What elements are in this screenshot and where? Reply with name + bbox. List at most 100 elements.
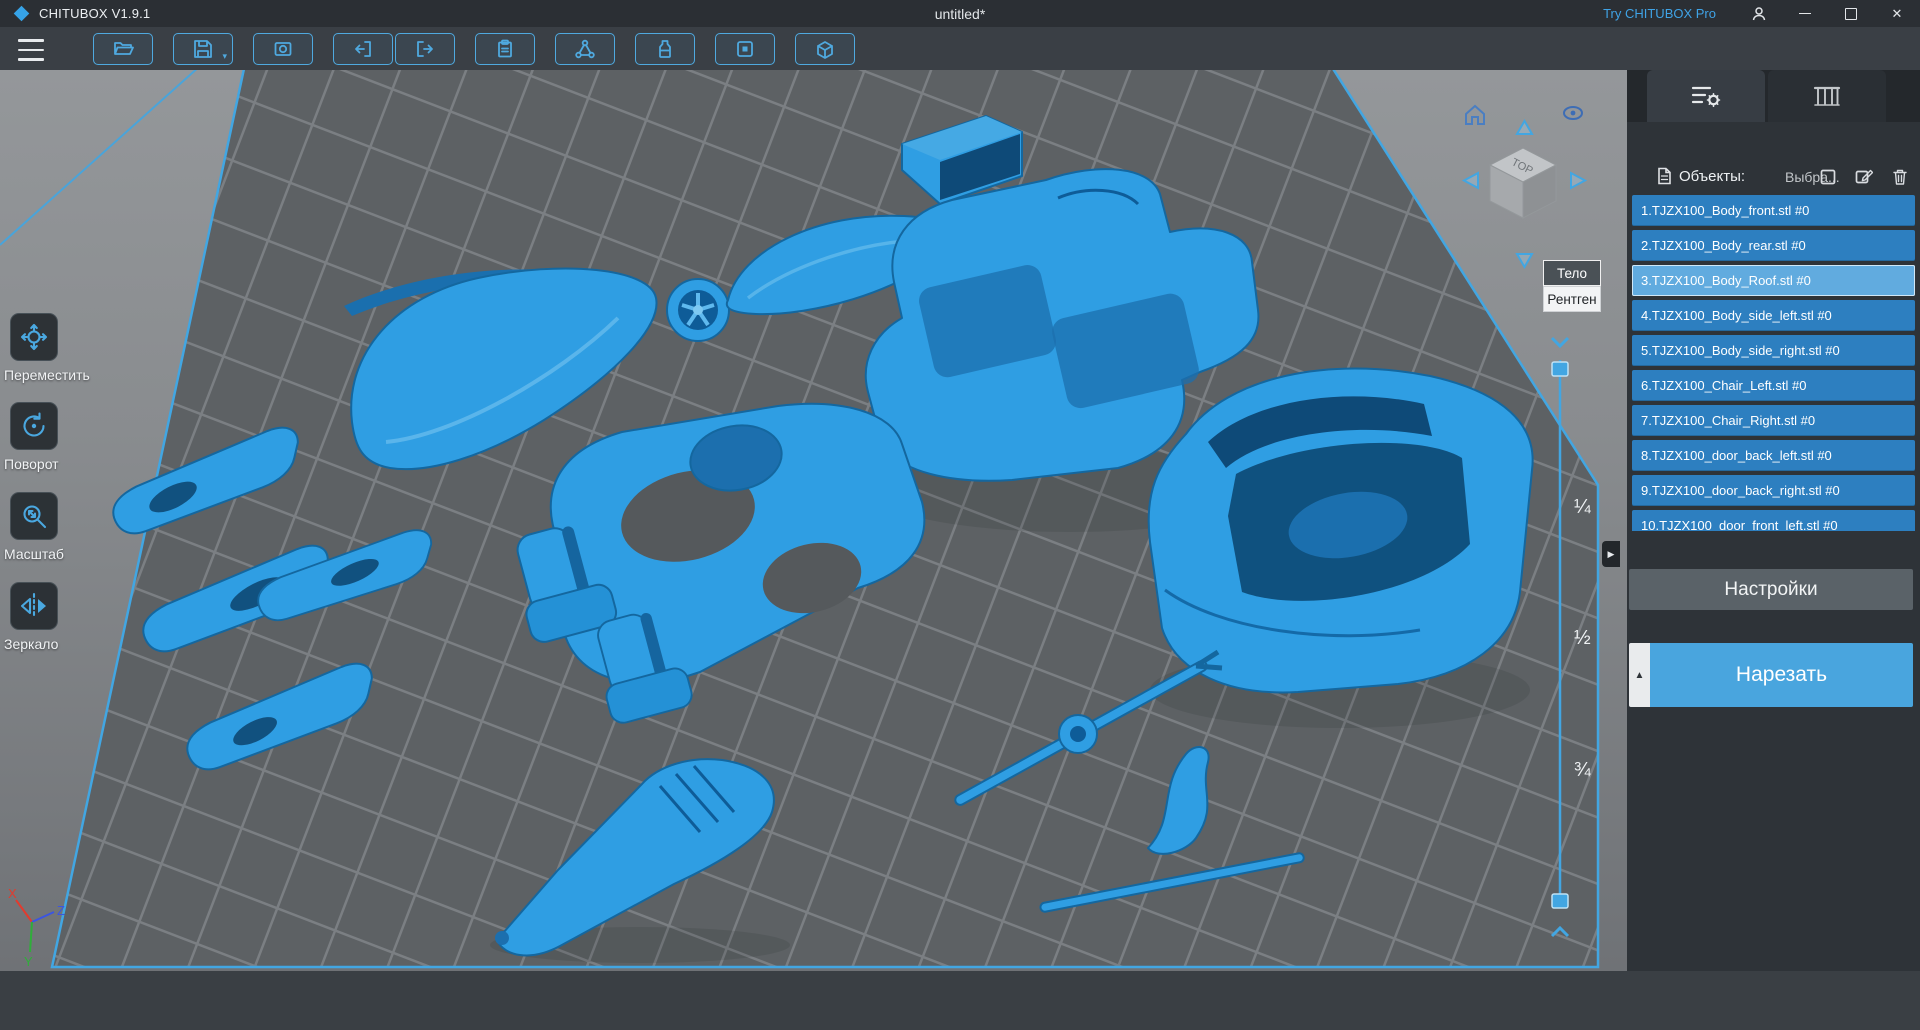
machine-button[interactable] bbox=[795, 32, 855, 65]
axis-x-label: X bbox=[8, 886, 17, 901]
eye-view-button[interactable] bbox=[1563, 106, 1583, 120]
chevron-right-icon: ▶ bbox=[1607, 548, 1615, 559]
move-icon bbox=[20, 323, 48, 351]
slider-label-threequarter: ¾ bbox=[1574, 759, 1591, 781]
title-bar: CHITUBOX V1.9.1 untitled* Try CHITUBOX P… bbox=[0, 0, 1920, 27]
open-file-button[interactable] bbox=[93, 32, 153, 65]
delete-button[interactable] bbox=[1889, 166, 1911, 188]
object-list-item[interactable]: 10.TJZX100_door_front_left.stl #0 bbox=[1632, 510, 1915, 531]
tool-rotate: Поворот bbox=[4, 402, 134, 472]
axis-y-label: Y bbox=[24, 954, 33, 969]
slider-chevron-down-icon[interactable] bbox=[1550, 336, 1570, 349]
mirror-tool-button[interactable] bbox=[10, 582, 58, 630]
object-list-item[interactable]: 7.TJZX100_Chair_Right.stl #0 bbox=[1632, 405, 1915, 436]
close-button[interactable]: ✕ bbox=[1874, 0, 1920, 27]
capture-button[interactable] bbox=[253, 32, 313, 65]
settings-button[interactable]: Настройки bbox=[1629, 569, 1913, 610]
tool-mirror: Зеркало bbox=[4, 582, 134, 652]
document-title: untitled* bbox=[934, 5, 986, 22]
object-list-item[interactable]: 3.TJZX100_Body_Roof.stl #0 bbox=[1632, 265, 1915, 296]
supports-button[interactable] bbox=[555, 32, 615, 65]
scale-icon bbox=[23, 505, 47, 529]
home-view-button[interactable] bbox=[1465, 104, 1485, 125]
move-tool-button[interactable] bbox=[10, 313, 58, 361]
printer-box-icon bbox=[817, 40, 833, 59]
app-title: CHITUBOX V1.9.1 bbox=[39, 6, 151, 21]
move-tool-label: Переместить bbox=[4, 367, 90, 383]
flask-icon bbox=[659, 39, 671, 58]
object-list-item[interactable]: 6.TJZX100_Chair_Left.stl #0 bbox=[1632, 370, 1915, 401]
viewport-canvas[interactable]: TOP ¼ ½ ¾ X Z Y bbox=[0, 70, 1627, 971]
view-mode-menu: Тело Рентген bbox=[1543, 260, 1601, 312]
object-list-item[interactable]: 4.TJZX100_Body_side_left.stl #0 bbox=[1632, 300, 1915, 331]
slider-handle-bottom[interactable] bbox=[1551, 893, 1569, 909]
object-list: 1.TJZX100_Body_front.stl #0 2.TJZX100_Bo… bbox=[1632, 195, 1915, 531]
clipboard-icon bbox=[498, 39, 512, 57]
edit-button[interactable] bbox=[1853, 166, 1875, 188]
viewport-3d[interactable]: TOP ¼ ½ ¾ X Z Y Тело Рентген Переместить… bbox=[0, 70, 1627, 971]
resin-tank-button[interactable] bbox=[635, 32, 695, 65]
cube-arrow-right[interactable] bbox=[1570, 171, 1588, 190]
slider-label-half: ½ bbox=[1574, 627, 1591, 649]
mirror-icon bbox=[20, 592, 46, 620]
frame-square-icon bbox=[737, 40, 753, 57]
save-dropdown-icon[interactable]: ▾ bbox=[222, 51, 227, 61]
undo-button[interactable] bbox=[333, 32, 393, 65]
object-list-item[interactable]: 9.TJZX100_door_back_right.stl #0 bbox=[1632, 475, 1915, 506]
main-toolbar: ▾ bbox=[0, 27, 1920, 70]
scale-tool-label: Масштаб bbox=[4, 546, 64, 562]
slice-button[interactable]: Нарезать bbox=[1650, 643, 1913, 707]
document-icon bbox=[1658, 167, 1671, 185]
panel-tabstrip bbox=[1627, 70, 1920, 122]
view-mode-body[interactable]: Тело bbox=[1543, 260, 1601, 286]
cube-arrow-up[interactable] bbox=[1515, 118, 1534, 135]
scale-tool-button[interactable] bbox=[10, 492, 58, 540]
bottom-strip bbox=[0, 971, 1920, 1030]
tab-supports[interactable] bbox=[1768, 70, 1886, 122]
settings-list-icon bbox=[1691, 86, 1721, 107]
right-panel: Объекты: Выбра... 1.TJZX100_Body_front.s… bbox=[1627, 70, 1920, 971]
redo-button[interactable] bbox=[395, 32, 455, 65]
rotate-tool-label: Поворот bbox=[4, 456, 59, 472]
panel-collapse-button[interactable]: ▶ bbox=[1602, 541, 1620, 567]
maximize-button[interactable] bbox=[1828, 0, 1874, 27]
cube-arrow-down[interactable] bbox=[1515, 253, 1534, 270]
arrow-out-right-icon bbox=[417, 40, 433, 57]
object-list-item[interactable]: 8.TJZX100_door_back_left.stl #0 bbox=[1632, 440, 1915, 471]
network-nodes-icon bbox=[575, 39, 595, 58]
tool-move: Переместить bbox=[4, 313, 134, 383]
user-icon bbox=[1752, 6, 1766, 20]
minimize-button[interactable] bbox=[1782, 0, 1828, 27]
object-list-item[interactable]: 2.TJZX100_Body_rear.stl #0 bbox=[1632, 230, 1915, 261]
select-square-icon bbox=[1820, 169, 1836, 185]
save-button[interactable]: ▾ bbox=[173, 32, 233, 65]
objects-header: Объекты: Выбра... bbox=[1627, 164, 1920, 190]
build-plate-button[interactable] bbox=[715, 32, 775, 65]
tab-object-settings[interactable] bbox=[1647, 70, 1765, 122]
try-pro-link[interactable]: Try CHITUBOX Pro bbox=[1603, 6, 1716, 21]
axis-z-label: Z bbox=[57, 903, 65, 918]
user-account-button[interactable] bbox=[1736, 0, 1782, 27]
select-all-button[interactable] bbox=[1817, 166, 1839, 188]
copy-button[interactable] bbox=[475, 32, 535, 65]
tool-scale: Масштаб bbox=[4, 492, 134, 562]
slice-expand-button[interactable]: ▲ bbox=[1629, 643, 1650, 707]
arrow-in-left-icon bbox=[355, 40, 371, 57]
rotate-tool-button[interactable] bbox=[10, 402, 58, 450]
menu-button[interactable] bbox=[18, 37, 44, 63]
chitubox-window: CHITUBOX V1.9.1 untitled* Try CHITUBOX P… bbox=[0, 0, 1920, 1030]
model-part-wheel[interactable] bbox=[666, 278, 730, 342]
view-cube[interactable]: TOP bbox=[1461, 118, 1588, 270]
app-logo-icon bbox=[13, 5, 30, 22]
rotate-icon bbox=[23, 412, 45, 437]
folder-open-icon bbox=[114, 41, 134, 55]
object-list-item[interactable]: 1.TJZX100_Body_front.stl #0 bbox=[1632, 195, 1915, 226]
edit-pencil-icon bbox=[1855, 169, 1873, 184]
object-list-item[interactable]: 5.TJZX100_Body_side_right.stl #0 bbox=[1632, 335, 1915, 366]
slider-label-quarter: ¼ bbox=[1574, 496, 1591, 518]
maximize-icon bbox=[1845, 7, 1857, 20]
model-part-body-rear-shell[interactable] bbox=[1147, 367, 1534, 694]
view-mode-xray[interactable]: Рентген bbox=[1543, 286, 1601, 312]
slider-handle-top[interactable] bbox=[1551, 361, 1569, 377]
cube-arrow-left[interactable] bbox=[1461, 171, 1479, 190]
